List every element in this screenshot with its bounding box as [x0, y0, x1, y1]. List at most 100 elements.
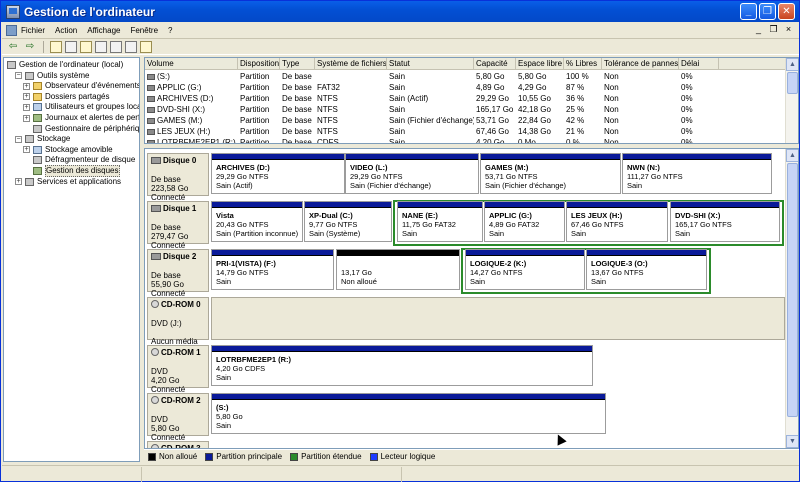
disk-label[interactable]: Disque 0 De base 223,58 Go Connecté	[147, 153, 209, 202]
tree-item[interactable]: Défragmenteur de disque	[23, 155, 135, 165]
tree-expander-icon[interactable]: −	[15, 72, 22, 80]
tree-node-icon	[7, 61, 16, 69]
partition[interactable]: DVD-SHI (X:) 165,17 Go NTFS Sain	[670, 201, 780, 242]
tree-expander-icon[interactable]: +	[23, 93, 30, 101]
partition[interactable]: LES JEUX (H:) 67,46 Go NTFS Sain	[566, 201, 668, 242]
partition[interactable]: PRI-1(VISTA) (F:) 14,79 Go NTFS Sain	[211, 249, 334, 290]
tree-item[interactable]: Gestion des disques	[23, 165, 120, 177]
menu-fenetre[interactable]: Fenêtre	[125, 26, 163, 35]
table-cell: NTFS	[315, 93, 387, 104]
partition-title: LES JEUX (H:)	[571, 211, 623, 220]
show-hide-tree-icon[interactable]	[65, 40, 77, 53]
scroll-thumb[interactable]	[787, 72, 798, 94]
help-icon[interactable]	[95, 40, 107, 53]
disk-view-scrollbar[interactable]: ▲ ▼	[785, 149, 798, 448]
scroll-up-arrow-icon[interactable]: ▲	[786, 149, 798, 162]
child-close-button[interactable]: ×	[782, 23, 795, 35]
scroll-down-arrow-icon[interactable]: ▼	[786, 435, 798, 448]
menu-affichage[interactable]: Affichage	[82, 26, 125, 35]
table-row[interactable]: APPLIC (G:) Partition De base FAT32 Sain 4,89…	[145, 82, 798, 93]
disk-size: 55,90 Go	[151, 280, 184, 289]
tree-expander-icon[interactable]: +	[23, 114, 30, 122]
legend-label: Partition principale	[216, 452, 283, 461]
partition[interactable]: (S:) 5,80 Go Sain	[211, 393, 606, 434]
tree-expander-icon[interactable]: +	[15, 178, 22, 186]
close-button[interactable]: ✕	[778, 3, 795, 20]
partition[interactable]: Vista 20,43 Go NTFS Sain (Partition inconn…	[211, 201, 303, 242]
table-row[interactable]: LOTRBFME2EP1 (R:) Partition De base CDFS Sai…	[145, 137, 798, 143]
cell-text: 5,80 Go	[476, 72, 505, 81]
disk-label[interactable]: CD-ROM 2 DVD 5,80 Go Connecté	[147, 393, 209, 442]
tree-item[interactable]: Gestionnaire de périphériques	[23, 124, 139, 134]
child-minimize-button[interactable]: _	[752, 23, 765, 35]
title-bar[interactable]: Gestion de l'ordinateur _ ❐ ✕	[1, 1, 799, 22]
partition-title: Vista	[216, 211, 234, 220]
menu-help[interactable]: ?	[163, 26, 177, 35]
partition[interactable]: 13,17 Go Non alloué	[336, 249, 460, 290]
partition[interactable]: XP-Dual (C:) 9,77 Go NTFS Sain (Système)	[304, 201, 392, 242]
child-restore-button[interactable]: ❐	[767, 23, 780, 35]
scroll-up-arrow-icon[interactable]: ▲	[786, 58, 798, 71]
tree-expander-icon[interactable]: +	[23, 103, 30, 111]
volume-list-header: Volume Disposition Type Système de fichiers…	[145, 58, 798, 70]
tree-item[interactable]: + Observateur d'événements	[23, 81, 139, 91]
column-header[interactable]: Tolérance de pannes	[602, 58, 679, 70]
disk-label[interactable]: CD-ROM 0 DVD (J:) Aucun média	[147, 297, 209, 346]
tree-node-icon	[25, 71, 34, 80]
scroll-thumb[interactable]	[787, 163, 798, 417]
minimize-button[interactable]: _	[740, 3, 757, 20]
refresh-icon[interactable]	[110, 40, 122, 53]
partition-status: Sain	[216, 421, 232, 430]
column-header[interactable]: Espace libre	[516, 58, 564, 70]
properties-icon[interactable]	[80, 40, 92, 53]
tree-expander-icon[interactable]: −	[15, 135, 22, 143]
table-row[interactable]: DVD-SHI (X:) Partition De base NTFS Sain 165,…	[145, 104, 798, 115]
tree-item[interactable]: + Services et applications	[15, 177, 121, 187]
tree-item[interactable]: Gestion de l'ordinateur (local)	[7, 60, 123, 70]
table-row[interactable]: (S:) Partition De base Sain 5,80 Go 5,80 Go 10…	[145, 71, 798, 82]
column-header[interactable]: Disposition	[238, 58, 280, 70]
column-header[interactable]: Délai	[679, 58, 719, 70]
tree-expander-icon[interactable]: +	[23, 82, 30, 90]
partition[interactable]: GAMES (M:) 53,71 Go NTFS Sain (Fichier d'é…	[480, 153, 621, 194]
tree-item[interactable]: − Stockage	[15, 134, 70, 144]
settings-icon[interactable]	[140, 40, 152, 53]
legend-label: Lecteur logique	[380, 452, 436, 461]
column-header[interactable]: Statut	[387, 58, 474, 70]
empty-media-area	[211, 297, 785, 340]
maximize-button[interactable]: ❐	[759, 3, 776, 20]
tree-item[interactable]: + Stockage amovible	[23, 145, 113, 155]
partition[interactable]: ARCHIVES (D:) 29,29 Go NTFS Sain (Actif)	[211, 153, 345, 194]
disk-label[interactable]: Disque 2 De base 55,90 Go Connecté	[147, 249, 209, 298]
column-header[interactable]: % Libres	[564, 58, 602, 70]
volume-list-scrollbar[interactable]: ▲	[785, 58, 798, 143]
table-row[interactable]: ARCHIVES (D:) Partition De base NTFS Sain (A…	[145, 93, 798, 104]
tree-item[interactable]: + Utilisateurs et groupes locaux	[23, 102, 139, 112]
partition[interactable]: LOGIQUE-2 (K:) 14,27 Go NTFS Sain	[465, 249, 585, 290]
menu-action[interactable]: Action	[50, 26, 82, 35]
partition[interactable]: LOTRBFME2EP1 (R:) 4,20 Go CDFS Sain	[211, 345, 593, 386]
disk-label[interactable]: CD-ROM 1 DVD 4,20 Go Connecté	[147, 345, 209, 394]
partition[interactable]: NWN (N:) 111,27 Go NTFS Sain	[622, 153, 772, 194]
table-row[interactable]: GAMES (M:) Partition De base NTFS Sain (Fich…	[145, 115, 798, 126]
column-header[interactable]: Système de fichiers	[315, 58, 387, 70]
column-header[interactable]: Volume	[145, 58, 238, 70]
column-header[interactable]: Capacité	[474, 58, 516, 70]
table-row[interactable]: LES JEUX (H:) Partition De base NTFS Sain 67,…	[145, 126, 798, 137]
export-list-icon[interactable]	[125, 40, 137, 53]
forward-arrow-icon[interactable]: ⇨	[23, 40, 37, 53]
partition[interactable]: APPLIC (G:) 4,89 Go FAT32 Sain	[484, 201, 565, 242]
partition[interactable]: VIDEO (L:) 29,29 Go NTFS Sain (Fichier d'é…	[345, 153, 479, 194]
tree-expander-icon[interactable]: +	[23, 146, 30, 154]
tree-item[interactable]: + Dossiers partagés	[23, 92, 109, 102]
tree-item[interactable]: + Journaux et alertes de performance	[23, 113, 139, 123]
partition[interactable]: LOGIQUE-3 (O:) 13,67 Go NTFS Sain	[586, 249, 707, 290]
disk-label[interactable]: CD-ROM 3	[147, 441, 209, 448]
column-header[interactable]: Type	[280, 58, 315, 70]
up-folder-icon[interactable]	[50, 40, 62, 53]
menu-fichier[interactable]: Fichier	[2, 24, 50, 36]
back-arrow-icon[interactable]: ⇦	[6, 40, 20, 53]
disk-label[interactable]: Disque 1 De base 279,47 Go Connecté	[147, 201, 209, 250]
tree-item[interactable]: − Outils système	[15, 71, 89, 81]
partition[interactable]: NANE (E:) 11,75 Go FAT32 Sain	[397, 201, 483, 242]
